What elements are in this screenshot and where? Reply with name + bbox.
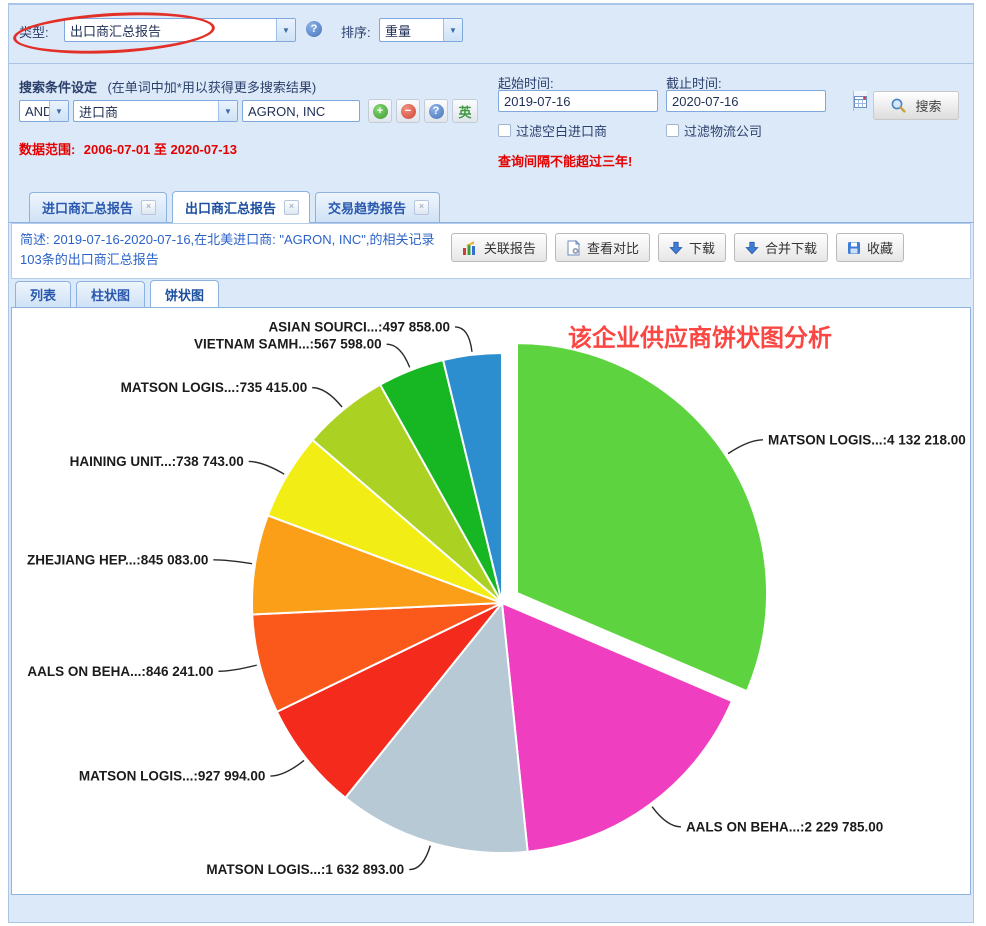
keyword-input[interactable] (242, 100, 360, 122)
tab-label: 进口商汇总报告 (42, 198, 133, 217)
pie-label-leader (270, 760, 304, 776)
report-tabstrip: 进口商汇总报告 × 出口商汇总报告 × 交易趋势报告 × (9, 189, 973, 223)
help-icon[interactable]: ? (306, 21, 322, 37)
remove-condition-button[interactable]: − (396, 99, 420, 123)
search-condition-row: AND ▼ 进口商 ▼ + − ? 英 (19, 99, 478, 123)
pie-chart-panel: MATSON LOGIS...:4 132 218.00 AALS ON BEHA… (11, 307, 971, 895)
chart-title: 该企业供应商饼状图分析 (568, 318, 832, 353)
operator-value: AND (20, 104, 49, 119)
search-section-title: 搜索条件设定 (在单词中加*用以获得更多搜索结果) (19, 77, 316, 97)
filter-logistics-checkbox[interactable] (666, 124, 679, 137)
tab-label: 交易趋势报告 (328, 198, 406, 217)
subtab-list[interactable]: 列表 (15, 281, 71, 307)
operator-dropdown[interactable]: AND ▼ (19, 100, 69, 122)
chevron-down-icon[interactable]: ▼ (276, 19, 295, 41)
start-date-field (498, 90, 658, 112)
download-icon (745, 241, 759, 255)
filter-blank-importer-checkbox[interactable] (498, 124, 511, 137)
filter-blank-importer-option: 过滤空白进口商 (498, 121, 607, 140)
pie-label-leader (312, 388, 342, 407)
data-range-label: 数据范围: (19, 142, 75, 157)
pie-label-leader (213, 560, 252, 564)
subtab-pie-chart[interactable]: 饼状图 (150, 280, 219, 308)
search-icon (890, 97, 907, 114)
pie-label-leader (455, 327, 472, 352)
related-report-button[interactable]: 关联报告 (451, 233, 547, 262)
chevron-down-icon[interactable]: ▼ (443, 19, 462, 41)
minus-icon: − (401, 104, 416, 119)
language-toggle-button[interactable]: 英 (452, 99, 478, 123)
pie-label-leader (728, 440, 763, 454)
pie-label-leader (409, 846, 430, 870)
tab-label: 出口商汇总报告 (185, 198, 276, 217)
filter-blank-importer-label: 过滤空白进口商 (516, 121, 607, 140)
pie-label-leader (249, 461, 285, 474)
search-condition-panel: 搜索条件设定 (在单词中加*用以获得更多搜索结果) AND ▼ 进口商 ▼ + … (9, 63, 973, 189)
data-range: 数据范围: 2006-07-01 至 2020-07-13 (19, 139, 237, 159)
tab-exporter-summary[interactable]: 出口商汇总报告 × (172, 191, 310, 223)
end-date-input[interactable] (667, 91, 853, 111)
condition-help-button[interactable]: ? (424, 99, 448, 123)
date-range-warning: 查询间隔不能超过三年! (498, 151, 632, 170)
type-sort-toolbar: 类型: 出口商汇总报告 ▼ ? 排序: 重量 ▼ (9, 5, 973, 63)
subtab-bar-chart[interactable]: 柱状图 (76, 281, 145, 307)
pie-label-leader (652, 807, 681, 827)
field-dropdown[interactable]: 进口商 ▼ (73, 100, 238, 122)
sort-dropdown[interactable]: 重量 ▼ (379, 18, 463, 42)
search-hint: (在单词中加*用以获得更多搜索结果) (107, 80, 316, 95)
bar-chart-icon (462, 240, 478, 256)
pie-slice-label: ASIAN SOURCI...:497 858.00 (268, 319, 450, 334)
pie-slice-label: AALS ON BEHA...:2 229 785.00 (686, 819, 883, 834)
close-icon[interactable]: × (284, 200, 299, 215)
add-condition-button[interactable]: + (368, 99, 392, 123)
pie-slice-label: MATSON LOGIS...:4 132 218.00 (768, 432, 966, 447)
start-date-input[interactable] (499, 91, 685, 111)
report-actions: 关联报告 查看对比 下载 合并下载 收藏 (451, 224, 904, 262)
close-icon[interactable]: × (414, 200, 429, 215)
report-summary-text: 简述: 2019-07-16-2020-07-16,在北美进口商: "AGRON… (12, 224, 451, 270)
help-icon: ? (429, 104, 444, 119)
view-tabstrip: 列表 柱状图 饼状图 (15, 279, 219, 307)
document-gear-icon (566, 240, 581, 256)
filter-logistics-label: 过滤物流公司 (684, 121, 762, 140)
merge-download-button[interactable]: 合并下载 (734, 233, 828, 262)
app-window: 类型: 出口商汇总报告 ▼ ? 排序: 重量 ▼ 搜索条件设定 (在单词中加*用… (8, 3, 974, 923)
close-icon[interactable]: × (141, 200, 156, 215)
tab-importer-summary[interactable]: 进口商汇总报告 × (29, 192, 167, 222)
pie-slice-label: VIETNAM SAMH...:567 598.00 (194, 337, 382, 352)
pie-label-leader (387, 344, 410, 367)
end-date-field (666, 90, 826, 112)
search-button[interactable]: 搜索 (873, 91, 959, 120)
report-summary-panel: 简述: 2019-07-16-2020-07-16,在北美进口商: "AGRON… (11, 223, 971, 279)
field-value: 进口商 (74, 102, 218, 121)
pie-slice-label: MATSON LOGIS...:927 994.00 (79, 769, 266, 784)
download-button[interactable]: 下载 (658, 233, 726, 262)
language-label: 英 (458, 102, 471, 121)
save-icon (847, 241, 861, 255)
chevron-down-icon[interactable]: ▼ (49, 101, 68, 121)
view-compare-button[interactable]: 查看对比 (555, 233, 650, 262)
highlight-ellipse-annotation (12, 8, 216, 59)
sort-label: 排序: (341, 22, 371, 41)
plus-icon: + (373, 104, 388, 119)
favorite-button[interactable]: 收藏 (836, 233, 904, 262)
sort-value: 重量 (380, 21, 443, 40)
pie-slice-label: ZHEJIANG HEP...:845 083.00 (27, 552, 208, 567)
search-button-label: 搜索 (915, 96, 941, 115)
chevron-down-icon[interactable]: ▼ (218, 101, 237, 121)
pie-slice-label: MATSON LOGIS...:1 632 893.00 (206, 862, 404, 877)
data-range-value: 2006-07-01 至 2020-07-13 (84, 142, 237, 157)
supplier-pie-chart: MATSON LOGIS...:4 132 218.00 AALS ON BEHA… (12, 308, 970, 892)
filter-logistics-option: 过滤物流公司 (666, 121, 762, 140)
pie-slice-label: MATSON LOGIS...:735 415.00 (121, 380, 308, 395)
pie-slice-label: HAINING UNIT...:738 743.00 (70, 454, 244, 469)
calendar-icon[interactable] (853, 91, 867, 111)
pie-label-leader (219, 665, 257, 671)
tab-trade-trend[interactable]: 交易趋势报告 × (315, 192, 440, 222)
pie-slice-label: AALS ON BEHA...:846 241.00 (27, 664, 213, 679)
download-icon (669, 241, 683, 255)
